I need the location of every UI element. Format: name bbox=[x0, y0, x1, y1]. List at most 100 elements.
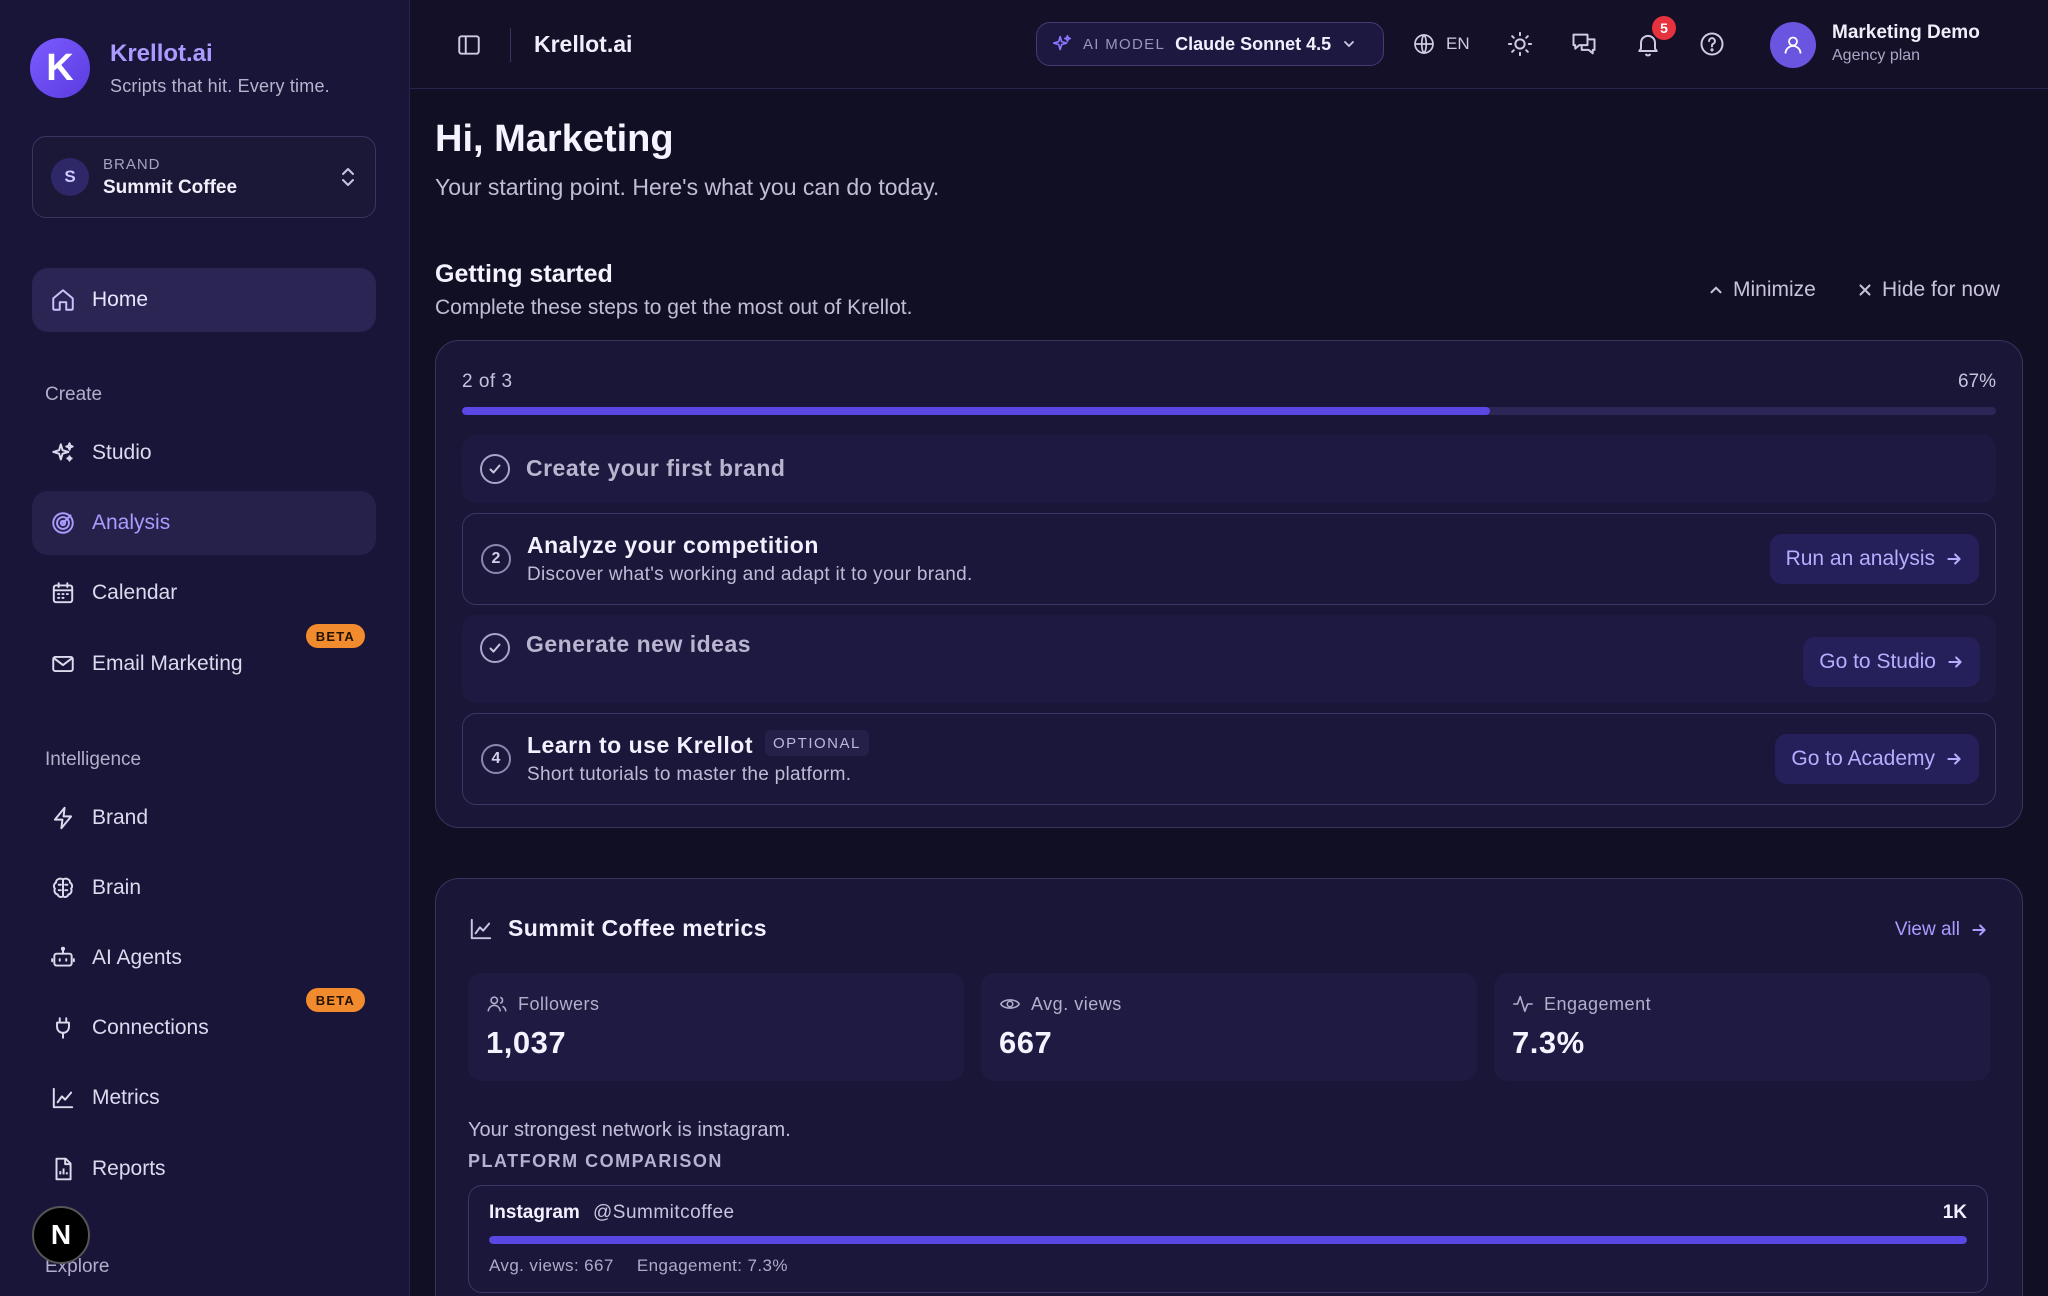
step-title: Analyze your competition bbox=[527, 532, 819, 558]
step-description: Discover what's working and adapt it to … bbox=[527, 564, 973, 585]
button-label: Run an analysis bbox=[1785, 547, 1935, 570]
steps-percent: 67% bbox=[1957, 371, 1996, 392]
arrow-right-icon bbox=[1948, 656, 1962, 668]
home-icon bbox=[52, 289, 74, 311]
section-intelligence: Intelligence bbox=[45, 749, 142, 770]
sidebar-item-brain[interactable]: Brain bbox=[32, 856, 376, 920]
language-label: EN bbox=[1446, 34, 1470, 53]
main-content: Hi, Marketing Your starting point. Here'… bbox=[410, 90, 2048, 1296]
chevron-updown-icon bbox=[342, 168, 354, 186]
divider bbox=[510, 28, 511, 62]
platform-avg-views: Avg. views: 667 bbox=[489, 1256, 614, 1275]
sun-icon[interactable] bbox=[1506, 30, 1534, 58]
brand-selector[interactable]: S BRAND Summit Coffee bbox=[32, 136, 376, 218]
platform-row-instagram[interactable]: Instagram @Summitcoffee 1K Avg. views: 6… bbox=[468, 1185, 1988, 1293]
beta-badge: BETA bbox=[305, 624, 365, 648]
arrow-right-icon bbox=[1972, 924, 1986, 936]
chart-line-icon bbox=[52, 1087, 74, 1109]
minimize-label: Minimize bbox=[1733, 278, 1816, 301]
sidebar-item-label: AI Agents bbox=[92, 946, 182, 969]
activity-icon bbox=[1513, 995, 1533, 1013]
sidebar-item-label: Email Marketing bbox=[92, 652, 243, 675]
sidebar-item-label: Brand bbox=[92, 806, 149, 829]
check-circle-icon bbox=[480, 454, 510, 484]
sidebar-item-metrics[interactable]: Metrics bbox=[32, 1066, 376, 1130]
strongest-network-text: Your strongest network is instagram. bbox=[468, 1119, 791, 1141]
metrics-header: Summit Coffee metrics bbox=[468, 915, 767, 942]
platform-engagement: Engagement: 7.3% bbox=[636, 1256, 788, 1275]
logo-mark-icon: K bbox=[30, 38, 90, 98]
platform-progress-fill bbox=[489, 1236, 1967, 1244]
sidebar-item-calendar[interactable]: Calendar bbox=[32, 561, 376, 625]
sidebar-item-ai-agents[interactable]: AI Agents bbox=[32, 926, 376, 990]
stat-engagement: Engagement 7.3% bbox=[1494, 973, 1990, 1081]
language-selector[interactable]: EN bbox=[1412, 32, 1470, 56]
progress-bar-fill bbox=[462, 407, 1490, 415]
sidebar-item-label: Reports bbox=[92, 1157, 166, 1180]
go-to-academy-button[interactable]: Go to Academy bbox=[1775, 734, 1979, 784]
brand-avatar: S bbox=[51, 158, 89, 196]
hide-button[interactable]: Hide for now bbox=[1856, 278, 2000, 302]
platform-meta: Avg. views: 667 Engagement: 7.3% bbox=[489, 1256, 788, 1276]
sidebar-toggle-icon[interactable] bbox=[456, 32, 482, 58]
step-number: 4 bbox=[481, 744, 511, 774]
sidebar-item-label: Analysis bbox=[92, 511, 171, 534]
stat-label: Avg. views bbox=[1031, 993, 1122, 1014]
chat-icon[interactable] bbox=[1570, 30, 1598, 58]
report-icon bbox=[55, 1157, 72, 1181]
go-to-studio-button[interactable]: Go to Studio bbox=[1803, 637, 1980, 687]
sidebar-item-reports[interactable]: Reports bbox=[32, 1137, 376, 1201]
button-label: Go to Academy bbox=[1791, 747, 1935, 770]
view-all-label: View all bbox=[1894, 919, 1960, 940]
chevron-down-icon bbox=[1344, 41, 1355, 48]
step-generate-ideas: Generate new ideas Go to Studio bbox=[462, 615, 1996, 703]
sidebar-item-connections[interactable]: Connections bbox=[32, 996, 376, 1060]
platform-handle: @Summitcoffee bbox=[593, 1202, 735, 1223]
arrow-right-icon bbox=[1947, 753, 1961, 765]
notification-count-badge: 5 bbox=[1652, 16, 1676, 40]
sidebar-item-label: Brain bbox=[92, 876, 142, 899]
floating-badge[interactable]: N bbox=[32, 1206, 90, 1264]
logo[interactable]: K Krellot.ai Scripts that hit. Every tim… bbox=[30, 38, 330, 98]
run-analysis-button[interactable]: Run an analysis bbox=[1769, 534, 1979, 584]
stat-value: 1,037 bbox=[486, 1025, 567, 1060]
step-analyze-competition: 2 Analyze your competition Discover what… bbox=[462, 513, 1996, 605]
chart-line-icon bbox=[470, 918, 492, 939]
stat-label: Followers bbox=[518, 993, 600, 1014]
sidebar-item-studio[interactable]: Studio bbox=[32, 421, 376, 485]
minimize-button[interactable]: Minimize bbox=[1707, 278, 1816, 302]
radar-icon bbox=[52, 512, 74, 534]
sidebar-item-label: Metrics bbox=[92, 1086, 160, 1109]
progress-bar bbox=[462, 407, 1996, 415]
platform-comparison-label: PLATFORM COMPARISON bbox=[468, 1151, 723, 1171]
sidebar-item-home[interactable]: Home bbox=[32, 268, 376, 332]
app-tagline: Scripts that hit. Every time. bbox=[110, 75, 330, 96]
step-title: Learn to use Krellot bbox=[527, 732, 753, 758]
stat-label: Engagement bbox=[1544, 993, 1652, 1014]
user-plan: Agency plan bbox=[1832, 47, 1921, 64]
stat-value: 7.3% bbox=[1512, 1025, 1585, 1060]
sidebar-item-analysis[interactable]: Analysis bbox=[32, 491, 376, 555]
calendar-icon bbox=[52, 582, 74, 604]
metrics-card: Summit Coffee metrics View all Followers… bbox=[435, 878, 2023, 1296]
sparkles-icon bbox=[1052, 34, 1072, 51]
stat-value: 667 bbox=[999, 1025, 1053, 1060]
brand-name: Summit Coffee bbox=[103, 176, 238, 198]
step-title: Create your first brand bbox=[526, 455, 786, 481]
sidebar: K Krellot.ai Scripts that hit. Every tim… bbox=[0, 0, 410, 1296]
hide-label: Hide for now bbox=[1882, 278, 2000, 301]
avatar[interactable] bbox=[1770, 22, 1816, 68]
sidebar-item-brand[interactable]: Brand bbox=[32, 786, 376, 850]
topbar-title: Krellot.ai bbox=[534, 31, 633, 57]
sidebar-item-label: Connections bbox=[92, 1016, 209, 1039]
step-create-brand[interactable]: Create your first brand bbox=[462, 435, 1996, 503]
sparkles-icon bbox=[52, 442, 74, 462]
bolt-icon bbox=[53, 806, 73, 830]
view-all-link[interactable]: View all bbox=[1895, 919, 1988, 941]
getting-started-title: Getting started bbox=[435, 260, 613, 288]
user-name[interactable]: Marketing Demo bbox=[1832, 22, 1980, 44]
page-title: Hi, Marketing bbox=[435, 118, 674, 160]
help-icon[interactable] bbox=[1698, 30, 1726, 58]
ai-model-selector[interactable]: AI MODEL Claude Sonnet 4.5 bbox=[1036, 22, 1384, 66]
getting-started-subtitle: Complete these steps to get the most out… bbox=[435, 296, 913, 319]
